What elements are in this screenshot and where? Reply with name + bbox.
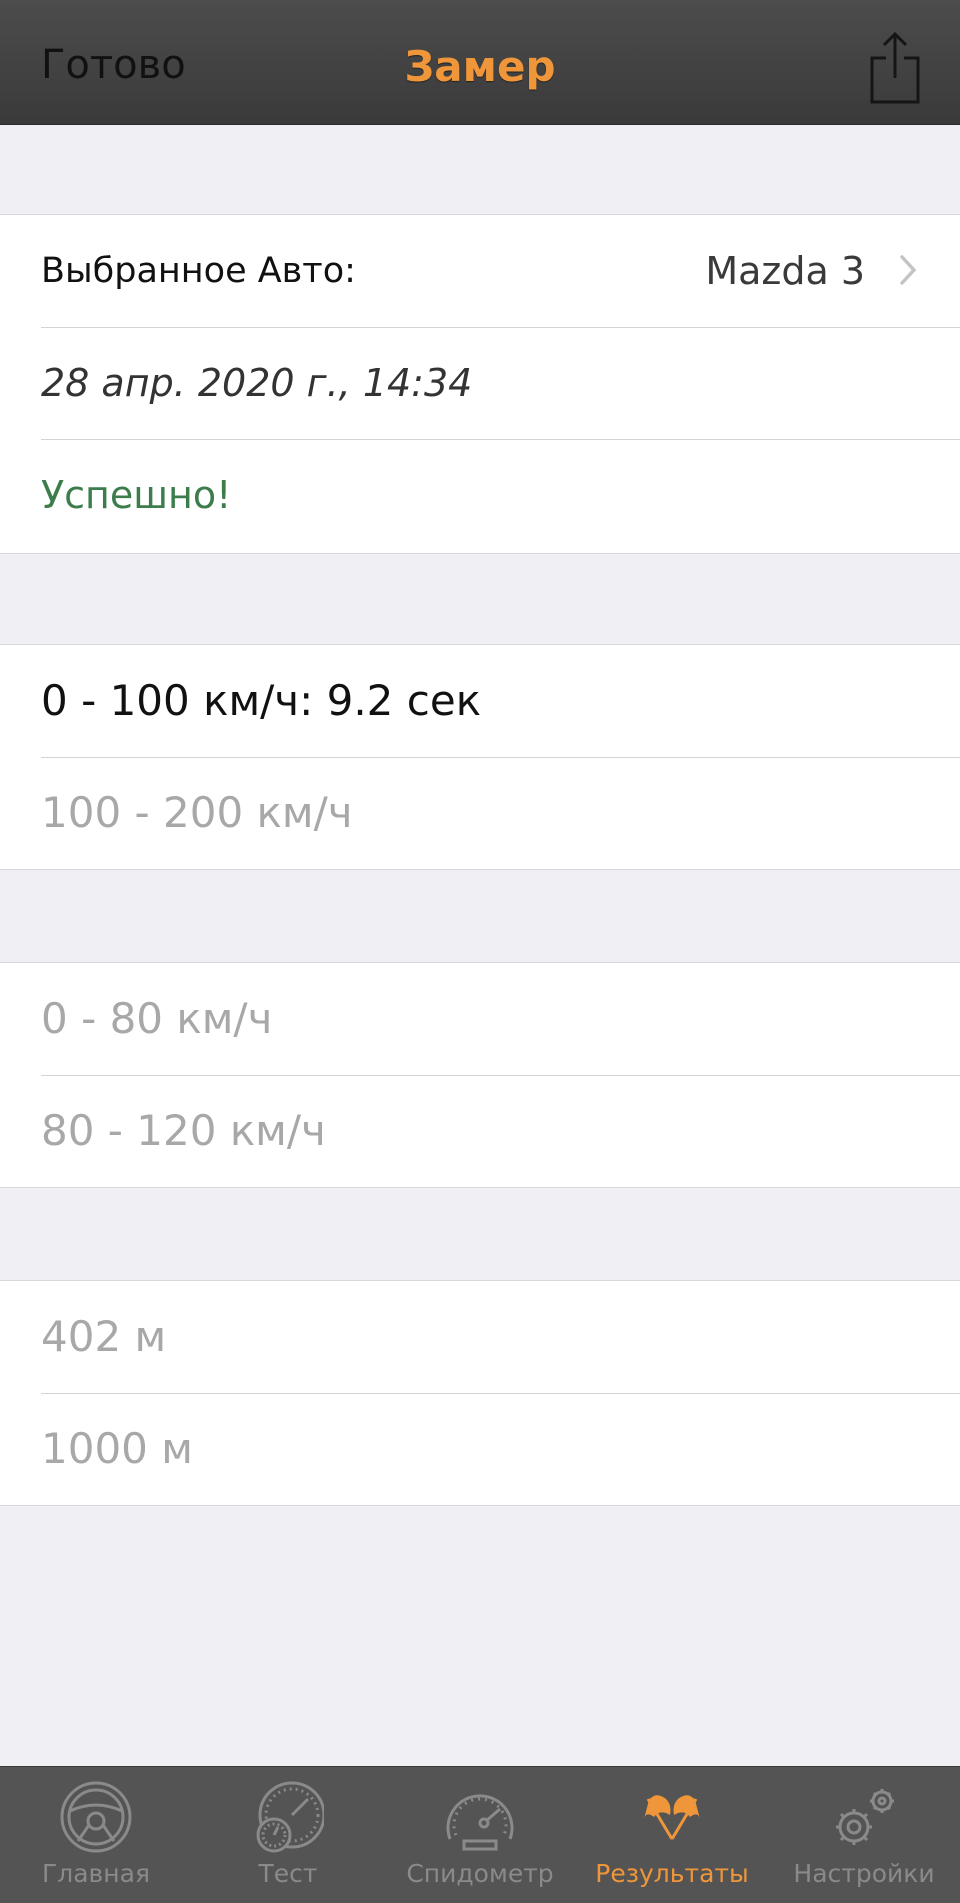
tab-speedometer-label: Спидометр [406,1859,554,1888]
tab-speedometer[interactable]: Спидометр [384,1767,576,1903]
measurement-info-section: Выбранное Авто: Mazda 3 28 апр. 2020 г.,… [0,214,960,554]
selected-car-row[interactable]: Выбранное Авто: Mazda 3 [0,215,960,327]
navigation-bar: Готово Замер [0,0,960,125]
chevron-right-icon [900,255,916,285]
result-0-80-text: 0 - 80 км/ч [41,994,273,1043]
result-80-120-text: 80 - 120 км/ч [41,1106,326,1155]
result-row-1000m[interactable]: 1000 м [0,1393,960,1505]
tab-settings[interactable]: Настройки [768,1767,960,1903]
result-row-0-100[interactable]: 0 - 100 км/ч: 9.2 сек [0,645,960,757]
stopwatch-gauge-icon [256,1781,324,1853]
tab-results[interactable]: Результаты [576,1767,768,1903]
result-row-80-120[interactable]: 80 - 120 км/ч [0,1075,960,1187]
distance-section: 402 м 1000 м [0,1280,960,1506]
result-402m-text: 402 м [41,1312,167,1361]
done-button[interactable]: Готово [41,42,186,88]
measurement-date: 28 апр. 2020 г., 14:34 [41,361,473,405]
tab-test-label: Тест [258,1859,318,1888]
result-row-100-200[interactable]: 100 - 200 км/ч [0,757,960,869]
selected-car-value: Mazda 3 [705,249,865,293]
result-row-402m[interactable]: 402 м [0,1281,960,1393]
result-1000m-text: 1000 м [41,1424,193,1473]
steering-wheel-icon [60,1781,132,1853]
overtaking-section: 0 - 80 км/ч 80 - 120 км/ч [0,962,960,1188]
speedometer-icon [446,1794,514,1851]
tab-results-label: Результаты [595,1859,749,1888]
date-row: 28 апр. 2020 г., 14:34 [0,327,960,439]
tab-main[interactable]: Главная [0,1767,192,1903]
result-0-100-text: 0 - 100 км/ч: 9.2 сек [41,676,482,725]
gears-icon [836,1789,894,1845]
status-row: Успешно! [0,439,960,551]
result-100-200-text: 100 - 200 км/ч [41,788,353,837]
tab-test[interactable]: Тест [192,1767,384,1903]
tab-settings-label: Настройки [793,1859,935,1888]
selected-car-label: Выбранное Авто: [41,251,356,291]
checkered-flags-icon [644,1795,700,1840]
share-icon[interactable] [864,30,926,106]
acceleration-section: 0 - 100 км/ч: 9.2 сек 100 - 200 км/ч [0,644,960,870]
tab-bar: Главная Тест Спидометр Результаты Настро… [0,1766,960,1903]
tab-main-label: Главная [42,1859,150,1888]
result-row-0-80[interactable]: 0 - 80 км/ч [0,963,960,1075]
status-text: Успешно! [41,473,232,517]
